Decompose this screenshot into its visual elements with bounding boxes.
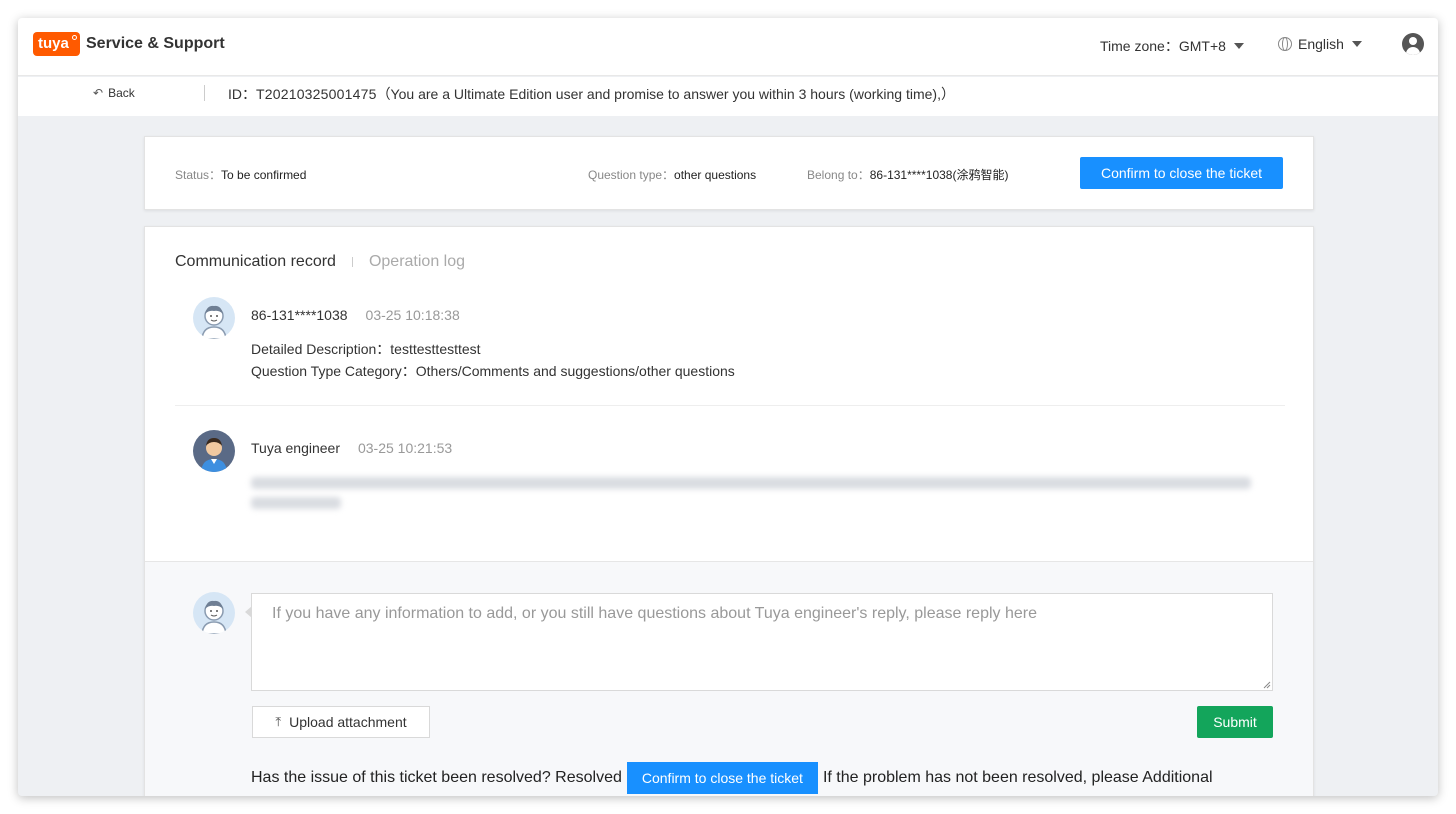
status-field: Status：To be confirmed — [175, 166, 306, 184]
timezone-selector[interactable]: Time zone： GMT+8 — [1100, 36, 1244, 56]
question-type-label: Question type： — [588, 168, 675, 182]
top-navigation-bar: tuya Service & Support Time zone： GMT+8 … — [18, 18, 1438, 76]
message-header: 86-131****1038 03-25 10:18:38 — [251, 307, 460, 323]
ticket-id-label: ID： — [228, 86, 256, 102]
status-label: Status： — [175, 168, 222, 182]
message-divider — [175, 405, 1285, 406]
description-value: testtesttesttest — [390, 341, 481, 357]
upload-icon: ⤒ — [275, 714, 282, 729]
logo-badge-text: tuya — [38, 35, 69, 52]
question-type-value: other questions — [674, 168, 757, 182]
app-window: tuya Service & Support Time zone： GMT+8 … — [18, 18, 1438, 796]
tab-communication-record[interactable]: Communication record — [175, 253, 336, 271]
chevron-down-icon — [1233, 43, 1244, 49]
back-arrow-icon: ↶ — [93, 86, 104, 100]
resolution-prompt: Has the issue of this ticket been resolv… — [251, 762, 1213, 794]
message-time: 03-25 10:21:53 — [357, 440, 453, 456]
ticket-id: ID：T20210325001475（You are a Ultimate Ed… — [228, 84, 955, 104]
upload-attachment-button[interactable]: ⤒ Upload attachment — [252, 706, 430, 738]
message-author: 86-131****1038 — [251, 307, 348, 323]
logo-dot-icon — [72, 35, 77, 40]
category-label: Question Type Category： — [251, 363, 416, 379]
resolved-suffix: If the problem has not been resolved, pl… — [822, 769, 1213, 786]
description-label: Detailed Description： — [251, 341, 391, 357]
belong-to-label: Belong to： — [807, 168, 870, 182]
back-label: Back — [108, 86, 135, 100]
communication-card: Communication record Operation log 86-13… — [144, 226, 1314, 796]
timezone-label: Time zone： — [1100, 38, 1179, 54]
divider — [204, 85, 205, 101]
ticket-sla-note: （You are a Ultimate Edition user and pro… — [376, 86, 955, 102]
message-header: Tuya engineer 03-25 10:21:53 — [251, 440, 452, 456]
user-avatar-icon — [193, 592, 235, 634]
belong-to-value: 86-131****1038(涂鸦智能) — [869, 168, 1009, 182]
back-link[interactable]: ↶ Back — [93, 86, 135, 100]
status-value: To be confirmed — [221, 168, 307, 182]
user-avatar-icon — [193, 297, 235, 339]
category-value: Others/Comments and suggestions/other qu… — [415, 363, 735, 379]
confirm-close-ticket-button[interactable]: Confirm to close the ticket — [1080, 157, 1283, 189]
belong-to-field: Belong to：86-131****1038(涂鸦智能) — [807, 166, 1008, 184]
tab-divider — [351, 257, 353, 267]
user-account-icon[interactable] — [1402, 33, 1424, 55]
engineer-avatar-icon — [193, 430, 235, 472]
ticket-status-card: Status：To be confirmed Question type：oth… — [144, 136, 1314, 210]
timezone-value: GMT+8 — [1178, 38, 1226, 54]
question-type-category: Question Type Category：Others/Comments a… — [251, 361, 735, 381]
chevron-down-icon — [1351, 41, 1362, 47]
tab-operation-log[interactable]: Operation log — [369, 253, 465, 271]
language-value: English — [1298, 36, 1344, 52]
reply-textarea[interactable] — [251, 593, 1273, 691]
submit-button[interactable]: Submit — [1197, 706, 1273, 738]
resolved-prefix: Has the issue of this ticket been resolv… — [251, 769, 622, 786]
record-tabs: Communication record Operation log — [175, 253, 465, 271]
upload-label: Upload attachment — [289, 714, 407, 730]
resize-handle-icon[interactable] — [1263, 681, 1271, 689]
reply-section: ⤒ Upload attachment Submit Has the issue… — [145, 561, 1313, 796]
detailed-description: Detailed Description：testtesttesttest — [251, 339, 481, 359]
language-selector[interactable]: English — [1278, 36, 1362, 52]
redacted-reply-text — [251, 477, 1251, 489]
tuya-logo[interactable]: tuya — [33, 32, 80, 56]
message-author: Tuya engineer — [251, 440, 340, 456]
confirm-close-ticket-inline-button[interactable]: Confirm to close the ticket — [626, 762, 818, 794]
question-type-field: Question type：other questions — [588, 166, 756, 184]
message-time: 03-25 10:18:38 — [365, 307, 460, 323]
ticket-subheader: ↶ Back ID：T20210325001475（You are a Ulti… — [18, 77, 1438, 116]
redacted-reply-text — [251, 497, 341, 509]
globe-icon — [1278, 37, 1292, 51]
site-title: Service & Support — [86, 35, 225, 52]
ticket-id-value: T20210325001475 — [256, 86, 377, 102]
